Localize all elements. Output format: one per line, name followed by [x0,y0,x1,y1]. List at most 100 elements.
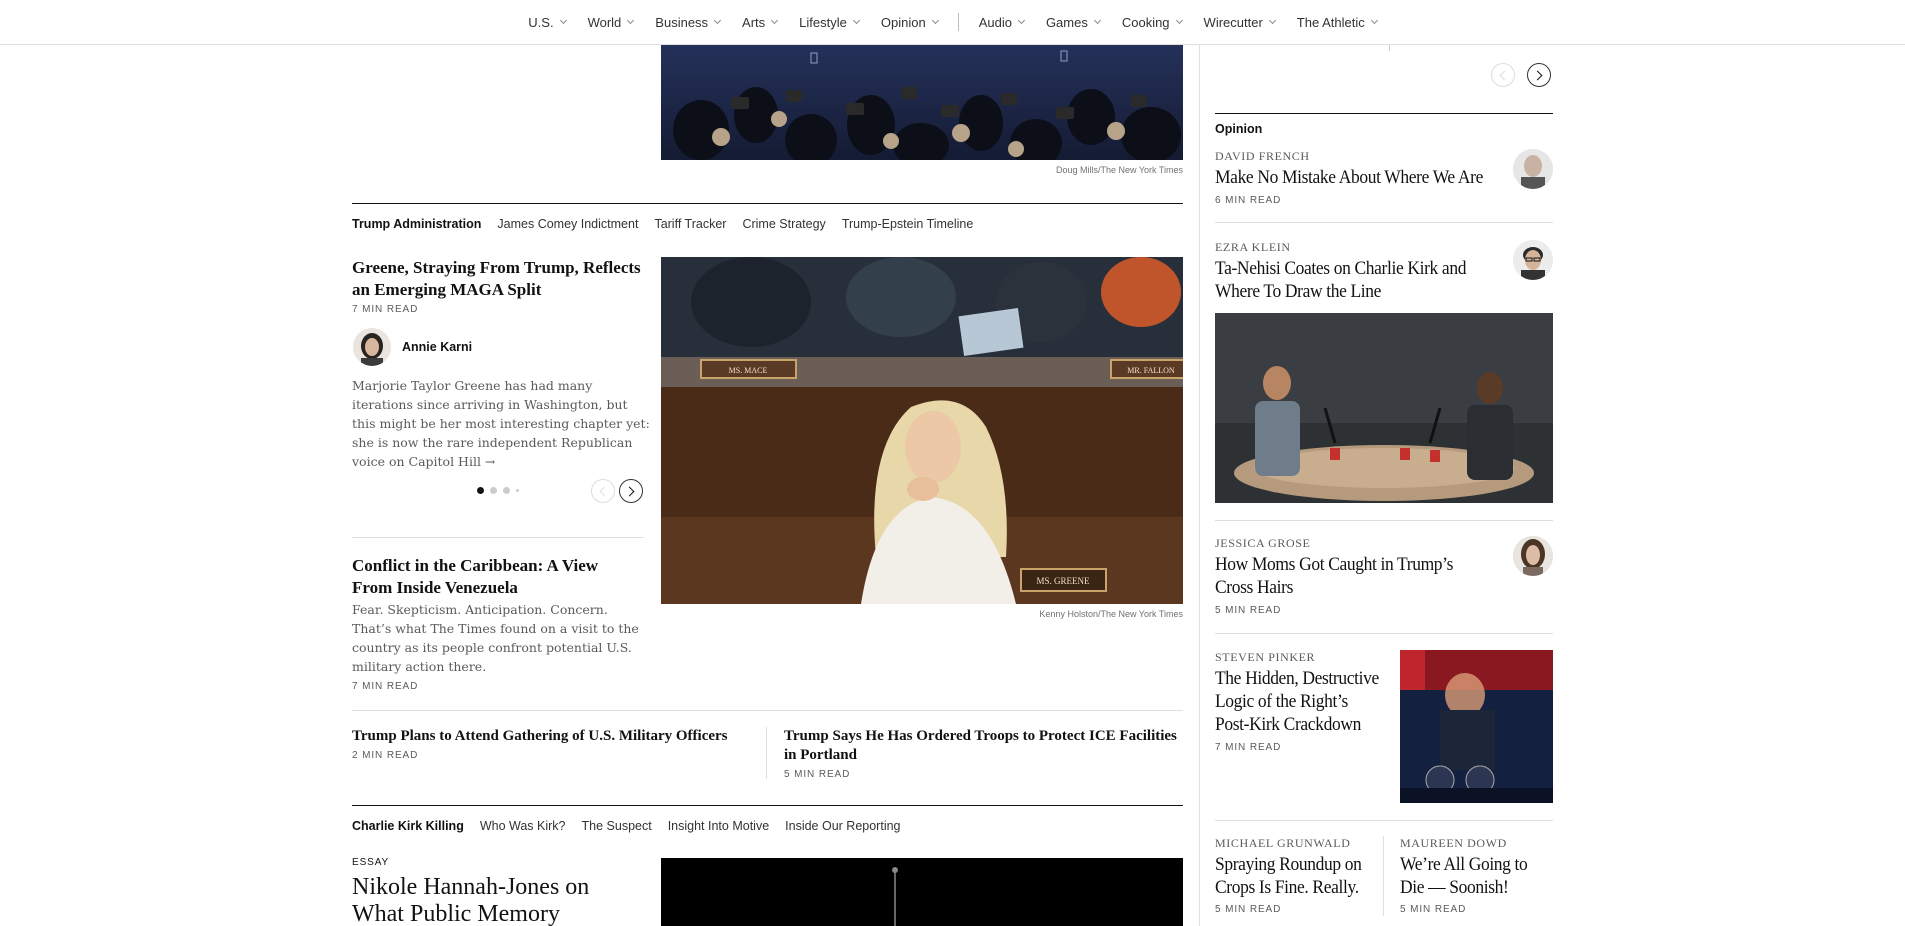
venezuela-headline[interactable]: Conflict in the Caribbean: A View From I… [352,555,642,599]
photo-credit: Doug Mills/The New York Times [1055,165,1183,175]
nav-label: Arts [742,14,766,30]
story-divider [352,537,644,538]
author-avatar[interactable] [353,328,391,366]
subnav-link[interactable]: Inside Our Reporting [785,819,900,833]
read-time: 5 MIN READ [1400,904,1467,915]
nav-label: Opinion [880,14,926,30]
chevron-down-icon [852,16,860,24]
lead-summary[interactable]: Marjorie Taylor Greene has had many iter… [352,376,650,471]
podcast-photo[interactable] [1215,313,1553,503]
subnav-section-title[interactable]: Charlie Kirk Killing [352,819,464,833]
essay-headline[interactable]: Nikole Hannah-Jones on What Public Memor… [352,874,632,926]
subnav-link[interactable]: Crime Strategy [742,217,825,231]
subnav-link[interactable]: Tariff Tracker [654,217,726,231]
chevron-down-icon [931,16,939,24]
lead-headline[interactable]: Greene, Straying From Trump, Reflects an… [352,257,642,301]
subnav-link[interactable]: Trump-Epstein Timeline [842,217,974,231]
subnav-link[interactable]: Who Was Kirk? [480,819,566,833]
carousel-next-button[interactable] [619,479,643,503]
read-time: 5 MIN READ [784,769,851,780]
rail-divider [1389,45,1390,51]
carousel-dot[interactable] [516,489,519,492]
right-rail-divider [1199,45,1200,926]
venezuela-summary[interactable]: Fear. Skepticism. Anticipation. Concern.… [352,600,644,676]
section-rule [352,203,1183,204]
opinion-headline[interactable]: We’re All Going to Die — Soonish! [1400,853,1547,899]
opinion-headline[interactable]: Spraying Roundup on Crops Is Fine. Reall… [1215,853,1362,899]
rail-next-button[interactable] [1527,63,1551,87]
carousel-prev-button[interactable] [591,479,615,503]
subnav-link[interactable]: The Suspect [582,819,652,833]
author-headshot[interactable] [1513,240,1553,280]
nameplate-fallon: MR. FALLON [1127,366,1175,375]
opinion-author[interactable]: STEVEN PINKER [1215,650,1315,665]
nav-wirecutter[interactable]: Wirecutter [1193,0,1286,45]
opinion-headline[interactable]: The Hidden, Destructive Logic of the Rig… [1215,667,1381,736]
opinion-author[interactable]: JESSICA GROSE [1215,536,1311,551]
read-time: 7 MIN READ [1215,742,1282,753]
nav-label: World [587,14,622,30]
pinker-photo[interactable] [1400,650,1553,803]
nav-arts[interactable]: Arts [731,0,788,45]
nav-the-athletic[interactable]: The Athletic [1286,0,1388,45]
kirk-subnav: Charlie Kirk Killing Who Was Kirk? The S… [352,819,901,833]
chevron-down-icon [559,16,567,24]
carousel-dot-active[interactable] [477,487,484,494]
hearing-illustration: MS. MACE MR. FALLON MS. GREENE [661,257,1183,604]
headshot-image [1513,536,1553,576]
nav-list: U.S. World Business Arts Lifestyle Opini… [517,0,1387,45]
section-rule [352,805,1183,806]
kirk-essay-photo[interactable] [661,858,1183,926]
summary-text: Marjorie Taylor Greene has had many iter… [352,378,650,469]
author-name[interactable]: Annie Karni [402,340,472,354]
photo-credit: Kenny Holston/The New York Times [1039,609,1183,619]
military-officers-headline[interactable]: Trump Plans to Attend Gathering of U.S. … [352,727,772,746]
opinion-author[interactable]: DAVID FRENCH [1215,149,1310,164]
summary-arrow: → [484,454,496,469]
opinion-author[interactable]: EZRA KLEIN [1215,240,1291,255]
chevron-left-icon [599,486,610,496]
subnav-link[interactable]: Insight Into Motive [668,819,769,833]
press-photographers-photo[interactable] [661,45,1183,160]
author-avatar-image [361,333,383,366]
nav-us[interactable]: U.S. [517,0,576,45]
carousel-dot[interactable] [503,487,510,494]
carousel-dot[interactable] [490,487,497,494]
nav-label: U.S. [528,14,554,30]
author-headshot[interactable] [1513,536,1553,576]
chevron-down-icon [714,16,722,24]
nav-opinion[interactable]: Opinion [870,0,949,45]
subnav-section-title[interactable]: Trump Administration [352,217,481,231]
read-time: 7 MIN READ [352,681,419,692]
trump-admin-subnav: Trump Administration James Comey Indictm… [352,217,973,231]
nav-games[interactable]: Games [1035,0,1111,45]
read-time: 6 MIN READ [1215,195,1282,206]
opinion-headline[interactable]: How Moms Got Caught in Trump’s Cross Hai… [1215,553,1477,599]
essay-kicker: ESSAY [352,857,390,868]
opinion-section-title[interactable]: Opinion [1215,122,1262,136]
read-time: 5 MIN READ [1215,605,1282,616]
chevron-down-icon [1370,16,1378,24]
nav-world[interactable]: World [577,0,645,45]
nav-audio[interactable]: Audio [968,0,1035,45]
nav-business[interactable]: Business [644,0,731,45]
nav-cooking[interactable]: Cooking [1111,0,1193,45]
chevron-left-icon [1499,70,1510,80]
opinion-headline[interactable]: Ta-Nehisi Coates on Charlie Kirk and Whe… [1215,257,1473,303]
story-divider [1215,222,1553,223]
photographers-illustration [661,45,1183,160]
opinion-author[interactable]: MICHAEL GRUNWALD [1215,836,1350,851]
greene-hearing-photo[interactable]: MS. MACE MR. FALLON MS. GREENE [661,257,1183,604]
opinion-author[interactable]: MAUREEN DOWD [1400,836,1507,851]
rail-prev-button[interactable] [1491,63,1515,87]
nav-label: The Athletic [1296,14,1365,30]
opinion-headline[interactable]: Make No Mistake About Where We Are [1215,166,1491,189]
author-headshot[interactable] [1513,149,1553,189]
portland-troops-headline[interactable]: Trump Says He Has Ordered Troops to Prot… [784,727,1184,765]
chevron-down-icon [771,16,779,24]
section-navigation: U.S. World Business Arts Lifestyle Opini… [0,0,1905,45]
podcast-illustration [1215,313,1553,503]
nav-lifestyle[interactable]: Lifestyle [788,0,870,45]
nav-label: Audio [978,14,1012,30]
subnav-link[interactable]: James Comey Indictment [497,217,638,231]
